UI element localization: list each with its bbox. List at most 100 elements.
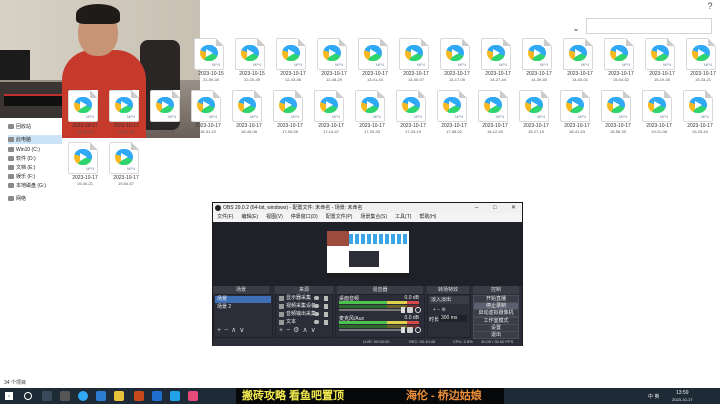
source-item[interactable]: 显示器采集 bbox=[277, 295, 331, 302]
scene-item[interactable]: 场景 bbox=[215, 296, 271, 303]
video-file-item[interactable]: MP4 2023-10-17 17-14-47 bbox=[310, 90, 352, 138]
video-file-item[interactable]: MP4 2023-10-17 17-43-19 bbox=[392, 90, 434, 138]
video-file-item[interactable]: MP4 2023-10-17 19-40-21 bbox=[64, 142, 106, 190]
app-icon[interactable] bbox=[134, 391, 144, 401]
gear-icon[interactable] bbox=[415, 327, 421, 333]
gear-icon[interactable] bbox=[415, 307, 421, 313]
scene-toolbar[interactable]: +−∧∨ bbox=[215, 327, 247, 335]
visibility-eye-icon[interactable] bbox=[314, 312, 319, 316]
visibility-eye-icon[interactable] bbox=[314, 320, 319, 324]
close-icon[interactable]: ✕ bbox=[511, 203, 516, 213]
obs-menu-item[interactable]: 视图(V) bbox=[266, 213, 283, 222]
ime-indicator[interactable]: 中 英 bbox=[648, 393, 659, 400]
obs-menu-item[interactable]: 工具(T) bbox=[395, 213, 411, 222]
help-icon[interactable]: ? bbox=[702, 0, 718, 12]
sidebar-item[interactable]: 软件 (D:) bbox=[8, 154, 62, 163]
lock-icon[interactable] bbox=[324, 296, 328, 301]
video-file-item[interactable]: MP4 2023-10-17 14-27-44 bbox=[477, 38, 519, 86]
video-file-item[interactable]: MP4 2023-10-15 21-59-30 bbox=[190, 38, 232, 86]
duration-input[interactable]: 300 ms bbox=[439, 315, 467, 322]
obs-taskbar-icon[interactable] bbox=[60, 391, 70, 401]
video-file-item[interactable]: MP4 2023-10-17 16-16-41 bbox=[146, 90, 188, 138]
video-file-item[interactable]: MP4 2023-10-17 14-39-50 bbox=[518, 38, 560, 86]
volume-fader-knob[interactable] bbox=[401, 307, 405, 313]
folder-icon[interactable] bbox=[114, 391, 124, 401]
video-file-item[interactable]: MP4 2023-10-17 14-17-05 bbox=[436, 38, 478, 86]
search-icon[interactable] bbox=[24, 392, 32, 400]
sidebar-item[interactable]: 娱乐 (F:) bbox=[8, 172, 62, 181]
video-file-item[interactable]: MP4 2023-10-17 17-00-05 bbox=[269, 90, 311, 138]
windows-start-icon[interactable] bbox=[4, 391, 14, 401]
drive-icon bbox=[8, 147, 14, 152]
video-file-item[interactable]: MP4 2023-10-17 12-48-29 bbox=[313, 38, 355, 86]
lock-icon[interactable] bbox=[324, 320, 328, 325]
video-file-item[interactable]: MP4 2023-10-17 18-27-15 bbox=[515, 90, 557, 138]
volume-fader[interactable] bbox=[339, 309, 405, 311]
video-file-item[interactable]: MP4 2023-10-17 18-12-40 bbox=[474, 90, 516, 138]
video-play-icon bbox=[156, 97, 174, 113]
minimize-icon[interactable]: – bbox=[475, 203, 478, 213]
source-toolbar[interactable]: +−⚙∧∨ bbox=[277, 327, 319, 335]
video-file-item[interactable]: MP4 2023-10-17 17-29-33 bbox=[351, 90, 393, 138]
chevron-down-icon[interactable]: ⌄ bbox=[568, 22, 584, 34]
video-file-item[interactable]: MP4 2023-10-17 16-31-22 bbox=[187, 90, 229, 138]
desktop-screen: ? ⌄ ↻ OBS 29.0.2 (64-bit, windows) - 配置文… bbox=[0, 0, 720, 404]
transition-controls[interactable]: + − ⚙ bbox=[433, 307, 446, 313]
obs-preview[interactable] bbox=[327, 231, 409, 277]
app2-icon[interactable] bbox=[170, 391, 180, 401]
task-view-icon[interactable] bbox=[42, 391, 52, 401]
sidebar-item[interactable]: 网络 bbox=[8, 194, 62, 203]
obs-menu-item[interactable]: 配置文件(P) bbox=[326, 213, 353, 222]
video-file-item[interactable]: MP4 2023-10-17 16-45-08 bbox=[228, 90, 270, 138]
obs-menu-item[interactable]: 场景集合(S) bbox=[360, 213, 387, 222]
obs-menu-item[interactable]: 编辑(E) bbox=[241, 213, 258, 222]
video-file-item[interactable]: MP4 2023-10-17 16-02-34 bbox=[105, 90, 147, 138]
transition-select[interactable]: 淡入淡出 bbox=[429, 296, 469, 304]
video-file-item[interactable]: MP4 2023-10-17 17-58-02 bbox=[433, 90, 475, 138]
video-file-item[interactable]: MP4 2023-10-17 18-41-53 bbox=[556, 90, 598, 138]
video-file-item[interactable]: MP4 2023-10-17 19-25-44 bbox=[679, 90, 720, 138]
search-input[interactable] bbox=[586, 18, 712, 34]
obs-menu-item[interactable]: 帮助(H) bbox=[419, 213, 436, 222]
video-file-item[interactable]: MP4 2023-10-17 15-48-10 bbox=[64, 90, 106, 138]
sidebar-item[interactable]: 文档 (E:) bbox=[8, 163, 62, 172]
obs-menu-item[interactable]: 文件(F) bbox=[217, 213, 233, 222]
volume-fader-knob[interactable] bbox=[401, 327, 405, 333]
sidebar-item[interactable]: 此电脑 bbox=[8, 135, 62, 144]
clock-date[interactable]: 2023-10-17 bbox=[672, 397, 692, 402]
source-item[interactable]: 文本 bbox=[277, 319, 331, 326]
video-file-item[interactable]: MP4 2023-10-17 15-33-21 bbox=[682, 38, 720, 86]
source-item[interactable]: 音频输出采集 bbox=[277, 311, 331, 318]
obs-menu-item[interactable]: 停靠窗口(D) bbox=[291, 213, 318, 222]
sidebar-item[interactable]: 回收站 bbox=[8, 122, 62, 131]
speaker-mute-icon[interactable] bbox=[407, 307, 413, 313]
video-file-item[interactable]: MP4 2023-10-17 18-56-30 bbox=[597, 90, 639, 138]
video-file-item[interactable]: MP4 2023-10-17 15-19-35 bbox=[641, 38, 683, 86]
control-button[interactable]: 退出 bbox=[473, 331, 519, 339]
video-file-item[interactable]: MP4 2023-10-17 13-41-44 bbox=[354, 38, 396, 86]
browser-icon[interactable] bbox=[96, 391, 106, 401]
lock-icon[interactable] bbox=[324, 312, 328, 317]
clock-time[interactable]: 13:59 bbox=[676, 390, 689, 396]
video-file-item[interactable]: MP4 2023-10-17 12-43-46 bbox=[272, 38, 314, 86]
app3-icon[interactable] bbox=[188, 391, 198, 401]
video-file-item[interactable]: MP4 2023-10-17 19-54-57 bbox=[105, 142, 147, 190]
speaker-mute-icon[interactable] bbox=[407, 327, 413, 333]
sidebar-item[interactable]: Win10 (C:) bbox=[8, 145, 62, 154]
source-item[interactable]: 视频采集设备 bbox=[277, 303, 331, 310]
video-file-item[interactable]: MP4 2023-10-17 14-00-07 bbox=[395, 38, 437, 86]
sidebar-item[interactable]: 本地磁盘 (G:) bbox=[8, 181, 62, 190]
scene-item[interactable]: 场景 2 bbox=[215, 304, 271, 311]
maximize-icon[interactable]: □ bbox=[493, 203, 497, 213]
edge-icon[interactable] bbox=[152, 391, 162, 401]
video-player-icon[interactable] bbox=[78, 391, 88, 401]
visibility-eye-icon[interactable] bbox=[314, 304, 319, 308]
lock-icon[interactable] bbox=[324, 304, 328, 309]
visibility-eye-icon[interactable] bbox=[314, 296, 319, 300]
volume-fader[interactable] bbox=[339, 329, 405, 331]
video-file-item[interactable]: MP4 2023-10-17 19-11-08 bbox=[638, 90, 680, 138]
video-file-item[interactable]: MP4 2023-10-15 22-20-49 bbox=[231, 38, 273, 86]
video-file-item[interactable]: MP4 2023-10-17 14-53-01 bbox=[559, 38, 601, 86]
video-file-item[interactable]: MP4 2023-10-17 15-04-52 bbox=[600, 38, 642, 86]
obs-logo-icon bbox=[215, 205, 221, 211]
